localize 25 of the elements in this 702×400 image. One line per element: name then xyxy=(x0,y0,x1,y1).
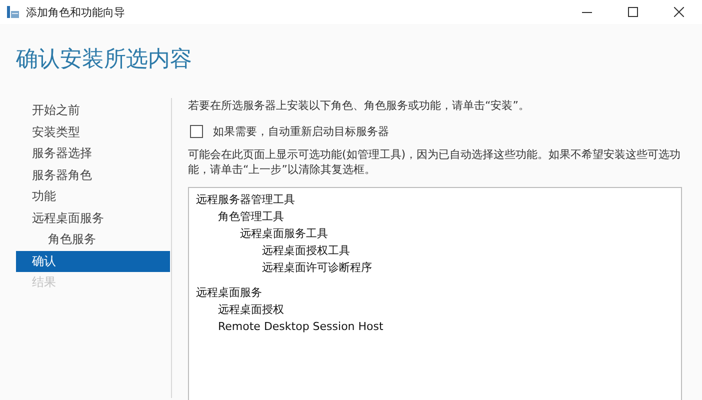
note-text: 可能会在此页面上显示可选功能(如管理工具)，因为已自动选择这些功能。如果不希望安装这些可选功能，请单击“上一步”以清除其复选框。 xyxy=(188,147,682,177)
sidebar-item[interactable]: 角色服务 xyxy=(16,229,170,250)
page-heading: 确认安装所选内容 xyxy=(16,46,193,74)
window-title: 添加角色和功能向导 xyxy=(26,4,126,20)
tree-item: 远程服务器管理工具 xyxy=(196,192,296,208)
tree-item: Remote Desktop Session Host xyxy=(217,319,384,335)
instruction-text: 若要在所选服务器上安装以下角色、角色服务或功能，请单击“安装”。 xyxy=(188,98,530,114)
tree-item: 远程桌面服务 xyxy=(196,285,263,301)
tree-item: 远程桌面授权工具 xyxy=(261,243,351,259)
checkbox-label[interactable]: 如果需要，自动重新启动目标服务器 xyxy=(213,124,389,139)
tree-item: 角色管理工具 xyxy=(217,209,285,225)
maximize-icon xyxy=(628,7,638,17)
tree-item: 远程桌面授权 xyxy=(217,302,285,318)
tree-item: 远程桌面服务工具 xyxy=(239,226,329,242)
sidebar-item[interactable]: 安装类型 xyxy=(16,122,170,143)
sidebar-item[interactable]: 确认 xyxy=(16,250,170,272)
sidebar-item[interactable]: 远程桌面服务 xyxy=(16,208,170,229)
sidebar-item[interactable]: 开始之前 xyxy=(16,100,170,122)
sidebar-item[interactable]: 服务器角色 xyxy=(16,164,170,186)
sidebar-item[interactable]: 功能 xyxy=(16,186,170,208)
sidebar-item[interactable]: 服务器选择 xyxy=(16,143,170,164)
checkbox[interactable] xyxy=(190,125,203,138)
tree-item: 远程桌面许可诊断程序 xyxy=(261,260,373,276)
app-icon xyxy=(6,5,20,19)
close-icon xyxy=(674,7,684,17)
